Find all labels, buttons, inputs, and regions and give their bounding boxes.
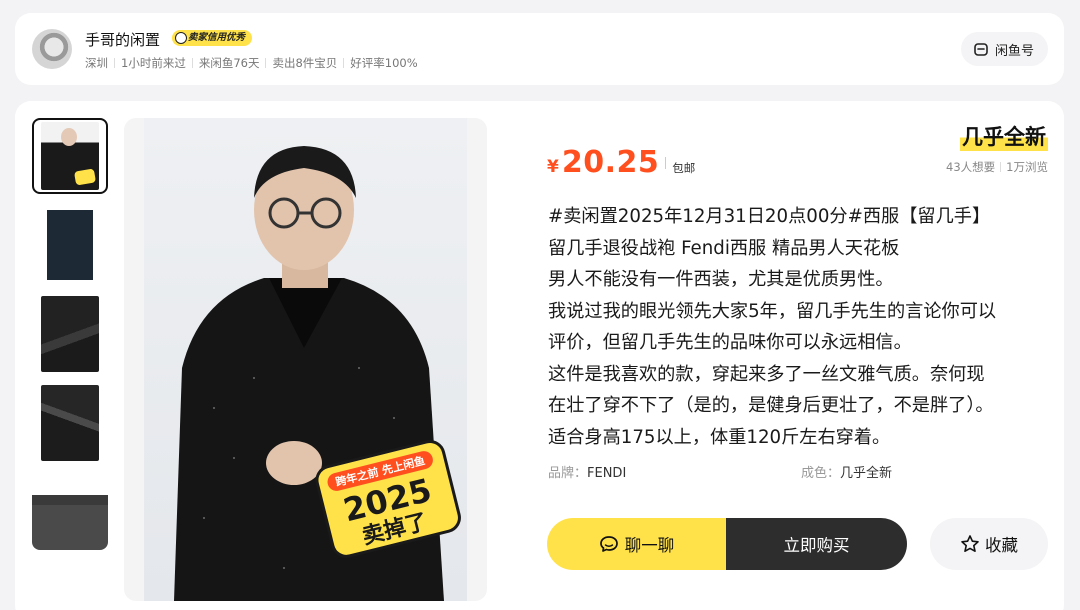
- condition-tag: 几乎全新: [960, 121, 1048, 151]
- seller-last-active: 1小时前来过: [121, 56, 186, 70]
- seller-location: 深圳: [85, 56, 108, 70]
- thumbnail-5[interactable]: [32, 474, 108, 550]
- attribute-value: FENDI: [587, 466, 627, 481]
- free-shipping-label: 包邮: [672, 161, 696, 175]
- favorite-label: 收藏: [985, 536, 1018, 555]
- divider: [191, 58, 193, 68]
- thumbnail-3[interactable]: [32, 296, 108, 372]
- description-line: 留几手退役战袍 Fendi西服 精品男人天花板: [548, 237, 900, 259]
- xianyu-account-button[interactable]: 闲鱼号: [960, 32, 1048, 66]
- seller-credit-badge: 卖家信用优秀: [172, 30, 253, 46]
- view-count: 1万浏览: [1006, 160, 1048, 174]
- seller-account-age: 来闲鱼76天: [198, 56, 260, 70]
- description-line: 男人不能没有一件西装，尤其是优质男性。: [548, 269, 894, 290]
- seller-meta: 深圳 1小时前来过 来闲鱼76天 卖出8件宝贝 好评率100%: [85, 55, 418, 71]
- fish-shop-icon: [974, 43, 988, 56]
- divider: [665, 156, 667, 169]
- divider: [343, 58, 345, 68]
- xianyu-account-label: 闲鱼号: [994, 43, 1034, 59]
- favorite-button[interactable]: 收藏: [930, 518, 1048, 570]
- description-line: 评价，但留几手先生的品味你可以永远相信。: [548, 332, 912, 353]
- product-description: #卖闲置2025年12月31日20点00分#西服【留几手】 留几手退役战袍 Fe…: [548, 201, 1053, 453]
- thumbnail-4[interactable]: [32, 385, 108, 461]
- divider: [1000, 162, 1002, 172]
- description-line: 我说过我的眼光领先大家5年，留几手先生的言论你可以: [548, 300, 997, 322]
- divider: [114, 58, 115, 68]
- seller-name[interactable]: 手哥的闲置: [85, 29, 160, 50]
- product-photo: 跨年之前 先上闲鱼 2025 卖掉了: [144, 118, 467, 601]
- model-in-suit-illustration: 跨年之前 先上闲鱼 2025 卖掉了: [174, 146, 461, 601]
- seller-rating: 好评率100%: [350, 56, 418, 70]
- description-line: #卖闲置2025年12月31日20点00分#西服【留几手】: [548, 206, 991, 227]
- thumbnail-1[interactable]: [32, 118, 108, 194]
- smiley-icon: [175, 32, 187, 44]
- attribute-brand: 品牌：FENDI: [548, 462, 626, 481]
- thumbnail-2[interactable]: [32, 207, 108, 283]
- thumbnail-list: [32, 118, 108, 563]
- chat-button[interactable]: 聊一聊: [547, 518, 726, 570]
- action-bar: 聊一聊 立即购买: [547, 518, 907, 570]
- chat-button-label: 聊一聊: [624, 536, 675, 555]
- divider: [265, 58, 267, 68]
- attribute-condition: 成色：几乎全新: [801, 462, 892, 481]
- buy-now-label: 立即购买: [783, 536, 850, 555]
- main-photo[interactable]: 跨年之前 先上闲鱼 2025 卖掉了: [124, 118, 487, 601]
- currency-symbol: ¥: [547, 157, 559, 177]
- description-line: 这件是我喜欢的款，穿起来多了一丝文雅气质。奈何现: [548, 363, 985, 385]
- seller-avatar[interactable]: [32, 29, 72, 69]
- description-line: 适合身高175以上，体重120斤左右穿着。: [548, 426, 891, 448]
- product-stats: 43人想要 1万浏览: [946, 159, 1048, 175]
- attribute-key: 品牌：: [548, 466, 588, 481]
- seller-card: 手哥的闲置 卖家信用优秀 深圳 1小时前来过 来闲鱼76天 卖出8件宝贝 好评率…: [15, 13, 1064, 85]
- credit-badge-label: 卖家信用优秀: [188, 32, 246, 43]
- star-icon: [961, 535, 979, 552]
- price-value: 20.25: [561, 145, 660, 180]
- want-count: 43人想要: [946, 160, 996, 174]
- price: ¥ 20.25 包邮: [547, 145, 695, 180]
- attribute-key: 成色：: [801, 466, 841, 481]
- description-line: 在壮了穿不下了（是的，是健身后更壮了，不是胖了）。: [548, 395, 994, 416]
- chat-bubble-icon: [599, 536, 618, 552]
- seller-items-sold: 卖出8件宝贝: [272, 56, 338, 70]
- attribute-value: 几乎全新: [840, 466, 893, 481]
- product-card: 跨年之前 先上闲鱼 2025 卖掉了 几乎全新 43人想要 1万浏览 ¥ 20.…: [15, 101, 1064, 610]
- buy-now-button[interactable]: 立即购买: [726, 518, 907, 570]
